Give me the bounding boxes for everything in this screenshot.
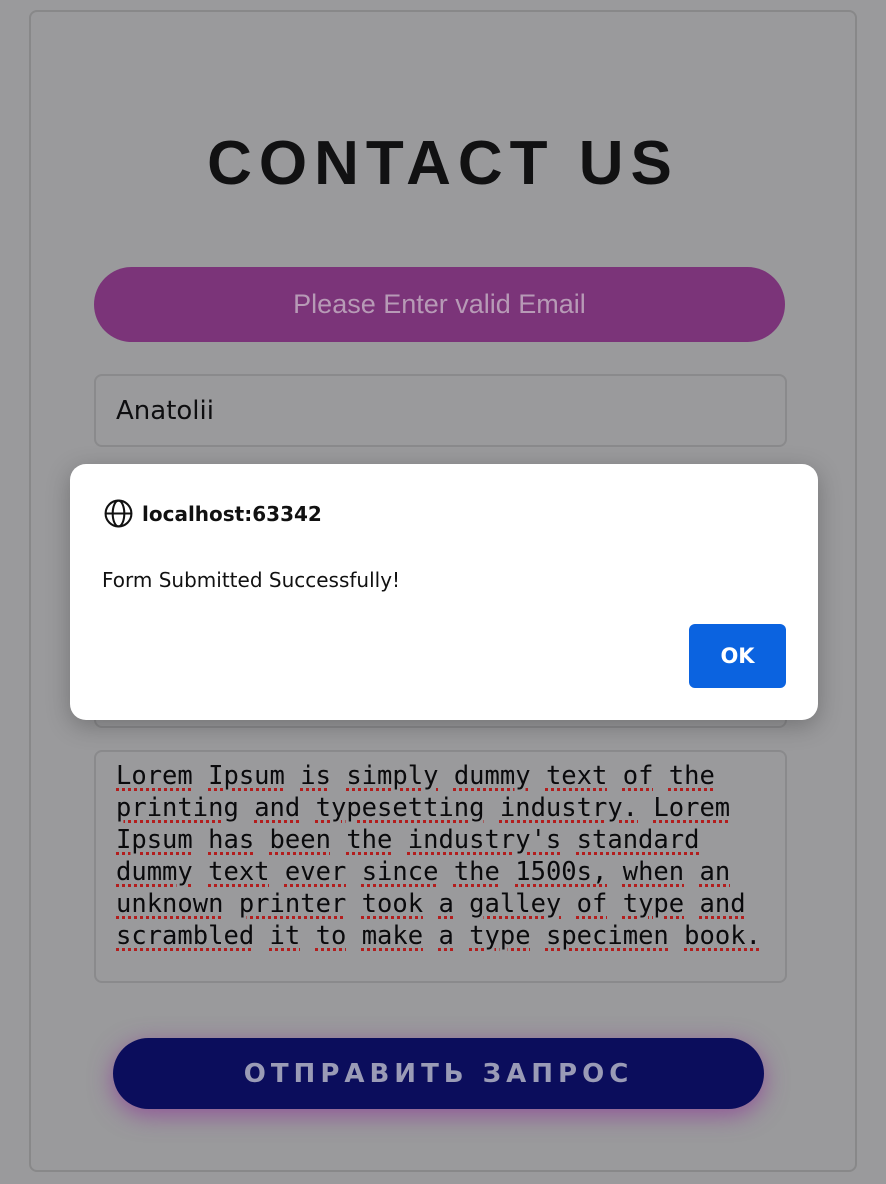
message-textarea[interactable]: Lorem Ipsum is simply dummy text of the … — [94, 750, 787, 983]
message-word: ever — [284, 857, 347, 887]
message-word: typesetting — [315, 793, 485, 823]
dialog-message: Form Submitted Successfully! — [102, 568, 401, 592]
message-word: and — [699, 889, 746, 919]
message-word: text — [208, 857, 270, 887]
message-word: is — [300, 761, 331, 791]
message-word: the — [668, 761, 715, 791]
message-word: printer — [238, 889, 347, 919]
message-word: industry. — [499, 793, 639, 823]
message-word: type — [469, 921, 531, 951]
message-word: Lorem — [116, 761, 193, 791]
message-word: scrambled — [116, 921, 255, 951]
message-word: dummy — [116, 857, 193, 887]
message-word: Lorem — [653, 793, 731, 823]
message-word: the — [346, 825, 393, 855]
message-word: standard — [576, 825, 700, 855]
page-title: CONTACT US — [207, 129, 679, 198]
message-word: printing — [116, 793, 239, 823]
message-word: to — [315, 921, 347, 951]
message-word: industry's — [407, 825, 562, 855]
message-word: of — [622, 761, 654, 791]
message-word: it — [269, 921, 301, 951]
message-word: specimen — [545, 921, 669, 951]
message-word: book. — [684, 921, 761, 951]
dialog-origin-text: localhost:63342 — [142, 501, 322, 526]
message-word: Ipsum — [116, 825, 193, 855]
message-word: has — [208, 825, 255, 855]
message-word: unknown — [116, 889, 224, 919]
globe-icon — [104, 499, 133, 528]
submit-button[interactable]: ОТПРАВИТЬ ЗАПРОС — [113, 1038, 764, 1109]
dialog-origin: localhost:63342 — [103, 498, 322, 529]
message-word: 1500s, — [515, 857, 608, 887]
message-word: and — [254, 793, 301, 823]
message-word: make — [361, 921, 424, 951]
message-text: Lorem Ipsum is simply dummy text of the … — [116, 760, 775, 952]
message-word: type — [622, 889, 685, 919]
email-error-banner: Please Enter valid Email — [94, 267, 785, 342]
message-word: text — [545, 761, 608, 791]
message-word: took — [361, 889, 424, 919]
message-word: when — [622, 857, 685, 887]
message-word: dummy — [453, 761, 531, 791]
message-word: been — [269, 825, 331, 855]
message-word: simply — [346, 761, 439, 791]
alert-dialog: localhost:63342 Form Submitted Successfu… — [70, 464, 818, 720]
message-word: a — [438, 889, 454, 919]
page: CONTACT US Please Enter valid Email Anat… — [0, 0, 886, 1184]
message-word: galley — [469, 889, 562, 919]
ok-button[interactable]: OK — [689, 624, 786, 688]
message-word: a — [438, 921, 454, 951]
message-word: since — [361, 857, 439, 887]
message-word: of — [576, 889, 608, 919]
message-word: the — [453, 857, 500, 887]
message-word: Ipsum — [208, 761, 285, 791]
name-field[interactable]: Anatolii — [94, 374, 787, 447]
message-word: an — [699, 857, 731, 887]
